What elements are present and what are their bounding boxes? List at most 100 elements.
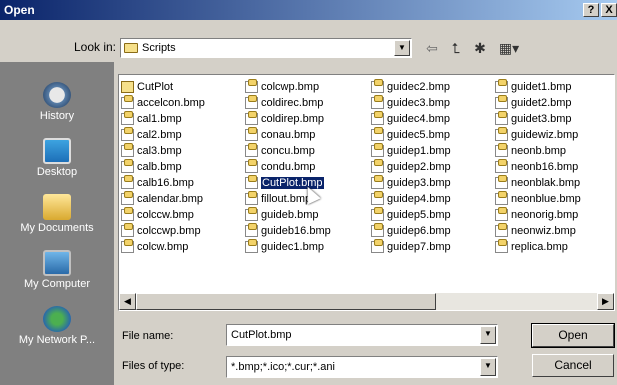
file-name: neonblak.bmp [511, 177, 581, 189]
open-button[interactable]: Open [531, 323, 615, 348]
help-button[interactable]: ? [583, 3, 599, 17]
list-item[interactable]: guidep7.bmp [371, 239, 491, 255]
my-documents-icon [43, 194, 71, 220]
list-item[interactable]: neonb.bmp [495, 143, 614, 159]
list-item[interactable]: CutPlot [121, 79, 241, 95]
place-label: History [39, 110, 75, 122]
view-menu-icon[interactable]: ▦▾ [494, 38, 524, 58]
list-item[interactable]: guidet2.bmp [495, 95, 614, 111]
list-item[interactable]: guidep4.bmp [371, 191, 491, 207]
bitmap-file-icon [245, 239, 258, 253]
horizontal-scrollbar[interactable]: ◀ ▶ [119, 293, 614, 310]
list-item[interactable]: coldirec.bmp [245, 95, 365, 111]
place-my-documents[interactable]: My Documents [0, 194, 114, 234]
bitmap-file-icon [121, 111, 134, 125]
bitmap-file-icon [121, 191, 134, 205]
list-item[interactable]: guidep1.bmp [371, 143, 491, 159]
file-name: colcwp.bmp [261, 81, 320, 93]
list-item[interactable]: guidet3.bmp [495, 111, 614, 127]
list-item[interactable]: guidec3.bmp [371, 95, 491, 111]
list-item[interactable]: neonblue.bmp [495, 191, 614, 207]
scroll-left-icon[interactable]: ◀ [119, 293, 136, 310]
list-item[interactable]: guidep6.bmp [371, 223, 491, 239]
bitmap-file-icon [371, 223, 384, 237]
chevron-down-icon[interactable]: ▼ [480, 326, 496, 344]
file-name: guidec5.bmp [387, 129, 450, 141]
bitmap-file-icon [245, 95, 258, 109]
place-history[interactable]: History [0, 82, 114, 122]
file-name: calb16.bmp [137, 177, 194, 189]
list-item[interactable]: guidep2.bmp [371, 159, 491, 175]
new-folder-icon[interactable]: ✱ [470, 38, 490, 58]
file-name: guidewiz.bmp [511, 129, 579, 141]
network-icon [43, 306, 71, 332]
file-name: guideb.bmp [261, 209, 319, 221]
list-item[interactable]: coldirep.bmp [245, 111, 365, 127]
list-item[interactable]: conau.bmp [245, 127, 365, 143]
file-type-value: *.bmp;*.ico;*.cur;*.ani [231, 361, 335, 373]
list-item[interactable]: neonwiz.bmp [495, 223, 614, 239]
file-name: colcw.bmp [137, 241, 189, 253]
list-item[interactable]: colcwp.bmp [245, 79, 365, 95]
list-item[interactable]: calb.bmp [121, 159, 241, 175]
list-item[interactable]: guidec2.bmp [371, 79, 491, 95]
list-item[interactable]: replica.bmp [495, 239, 614, 255]
list-item[interactable]: guidep3.bmp [371, 175, 491, 191]
list-item[interactable]: guidewiz.bmp [495, 127, 614, 143]
file-name: guidet3.bmp [511, 113, 572, 125]
list-item[interactable]: calb16.bmp [121, 175, 241, 191]
place-label: My Documents [20, 222, 94, 234]
up-folder-icon[interactable]: ⮤ [446, 38, 466, 58]
list-item[interactable]: colcw.bmp [121, 239, 241, 255]
list-item[interactable]: neonorig.bmp [495, 207, 614, 223]
file-type-label: Files of type: [122, 360, 185, 372]
list-item[interactable]: colccw.bmp [121, 207, 241, 223]
back-arrow-icon[interactable]: ⇦ [422, 38, 442, 58]
place-my-computer[interactable]: My Computer [0, 250, 114, 290]
chevron-down-icon[interactable]: ▼ [394, 40, 410, 56]
file-type-dropdown[interactable]: *.bmp;*.ico;*.cur;*.ani ▼ [226, 356, 498, 378]
list-item[interactable]: neonb16.bmp [495, 159, 614, 175]
cancel-button[interactable]: Cancel [532, 354, 614, 377]
list-item[interactable]: guidec4.bmp [371, 111, 491, 127]
file-column: colcwp.bmp coldirec.bmp coldirep.bmp conau.… [245, 79, 365, 255]
file-name-value[interactable]: CutPlot.bmp [227, 329, 292, 341]
place-desktop[interactable]: Desktop [0, 138, 114, 178]
file-name: guidep1.bmp [387, 145, 451, 157]
list-item[interactable]: accelcon.bmp [121, 95, 241, 111]
list-item[interactable]: guideb16.bmp [245, 223, 365, 239]
list-item[interactable]: neonblak.bmp [495, 175, 614, 191]
bitmap-file-icon [495, 175, 508, 189]
file-name: conau.bmp [261, 129, 316, 141]
list-item[interactable]: guidep5.bmp [371, 207, 491, 223]
scroll-thumb[interactable] [136, 293, 436, 310]
list-item[interactable]: cal1.bmp [121, 111, 241, 127]
file-name-field[interactable]: CutPlot.bmp ▼ [226, 324, 498, 346]
file-name: CutPlot [137, 81, 174, 93]
bitmap-file-icon [495, 223, 508, 237]
file-name: accelcon.bmp [137, 97, 205, 109]
scroll-right-icon[interactable]: ▶ [597, 293, 614, 310]
bitmap-file-icon [495, 95, 508, 109]
window-title: Open [4, 3, 35, 17]
chevron-down-icon[interactable]: ▼ [480, 358, 496, 376]
list-item[interactable]: guidet1.bmp [495, 79, 614, 95]
bitmap-file-icon [371, 191, 384, 205]
list-item[interactable]: guidec5.bmp [371, 127, 491, 143]
list-item[interactable]: cal2.bmp [121, 127, 241, 143]
list-item[interactable]: concu.bmp [245, 143, 365, 159]
file-column: guidec2.bmp guidec3.bmp guidec4.bmp guidec5… [371, 79, 491, 255]
list-item[interactable]: guidec1.bmp [245, 239, 365, 255]
list-item[interactable]: colccwp.bmp [121, 223, 241, 239]
list-item[interactable]: calendar.bmp [121, 191, 241, 207]
file-name: guidec1.bmp [261, 241, 324, 253]
place-my-network[interactable]: My Network P... [0, 306, 114, 346]
list-item[interactable]: cal3.bmp [121, 143, 241, 159]
look-in-dropdown[interactable]: Scripts ▼ [120, 38, 412, 58]
bitmap-file-icon [371, 111, 384, 125]
list-item[interactable]: guideb.bmp [245, 207, 365, 223]
file-list[interactable]: CutPlot accelcon.bmp cal1.bmp cal2.bmp cal3.… [118, 74, 615, 311]
list-item[interactable]: condu.bmp [245, 159, 365, 175]
close-button[interactable]: X [601, 3, 617, 17]
bitmap-file-icon [495, 111, 508, 125]
